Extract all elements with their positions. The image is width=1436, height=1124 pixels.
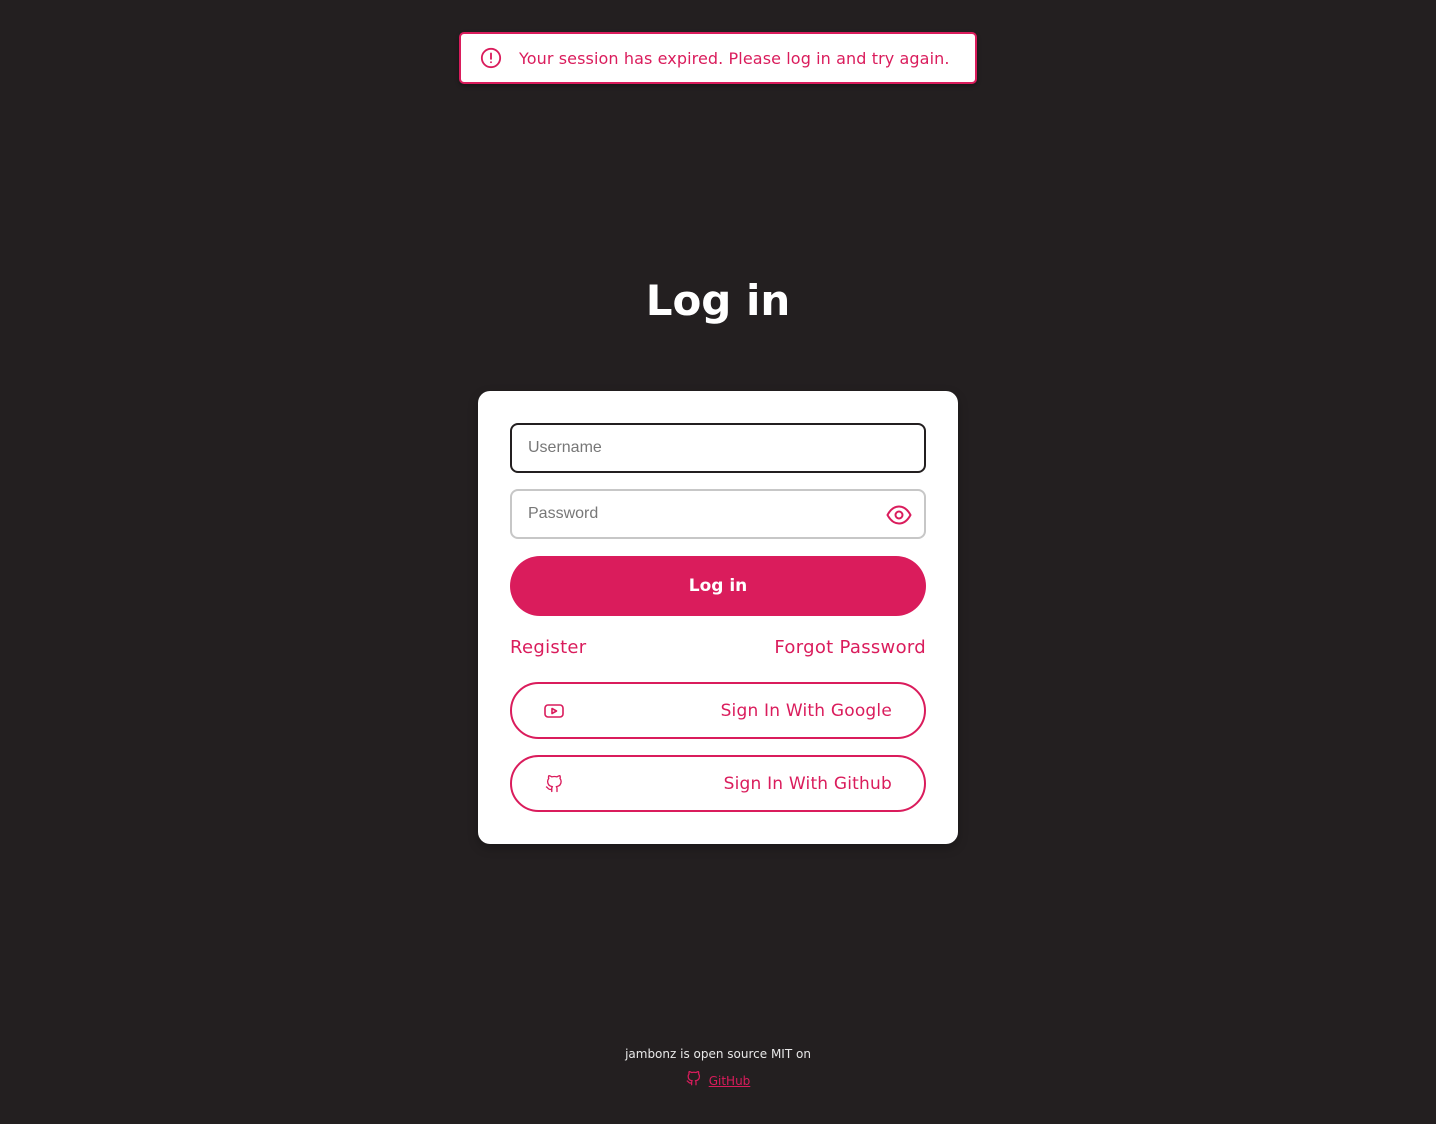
github-icon bbox=[542, 772, 566, 796]
username-field[interactable] bbox=[510, 423, 926, 473]
eye-icon[interactable] bbox=[886, 503, 912, 527]
sign-in-google-label: Sign In With Google bbox=[720, 701, 892, 721]
session-expired-toast: Your session has expired. Please log in … bbox=[459, 32, 977, 84]
sign-in-google-button[interactable]: Sign In With Google bbox=[510, 682, 926, 739]
password-field[interactable] bbox=[510, 489, 926, 539]
youtube-icon bbox=[542, 699, 566, 723]
footer-github-row: GitHub bbox=[0, 1070, 1436, 1090]
toast-message: Your session has expired. Please log in … bbox=[519, 48, 950, 68]
password-input[interactable] bbox=[512, 491, 924, 537]
github-icon bbox=[686, 1070, 701, 1090]
footer-text: jambonz is open source MIT on bbox=[625, 1047, 811, 1061]
login-card: Log in Register Forgot Password Sign In … bbox=[478, 391, 958, 844]
page-title: Log in bbox=[645, 276, 791, 325]
username-input[interactable] bbox=[512, 425, 924, 471]
forgot-password-link[interactable]: Forgot Password bbox=[774, 637, 926, 658]
alert-circle-icon bbox=[479, 46, 503, 70]
footer-github-link[interactable]: GitHub bbox=[709, 1074, 751, 1088]
register-link[interactable]: Register bbox=[510, 637, 587, 658]
sign-in-github-label: Sign In With Github bbox=[723, 774, 892, 794]
sign-in-github-button[interactable]: Sign In With Github bbox=[510, 755, 926, 812]
login-button[interactable]: Log in bbox=[510, 556, 926, 616]
